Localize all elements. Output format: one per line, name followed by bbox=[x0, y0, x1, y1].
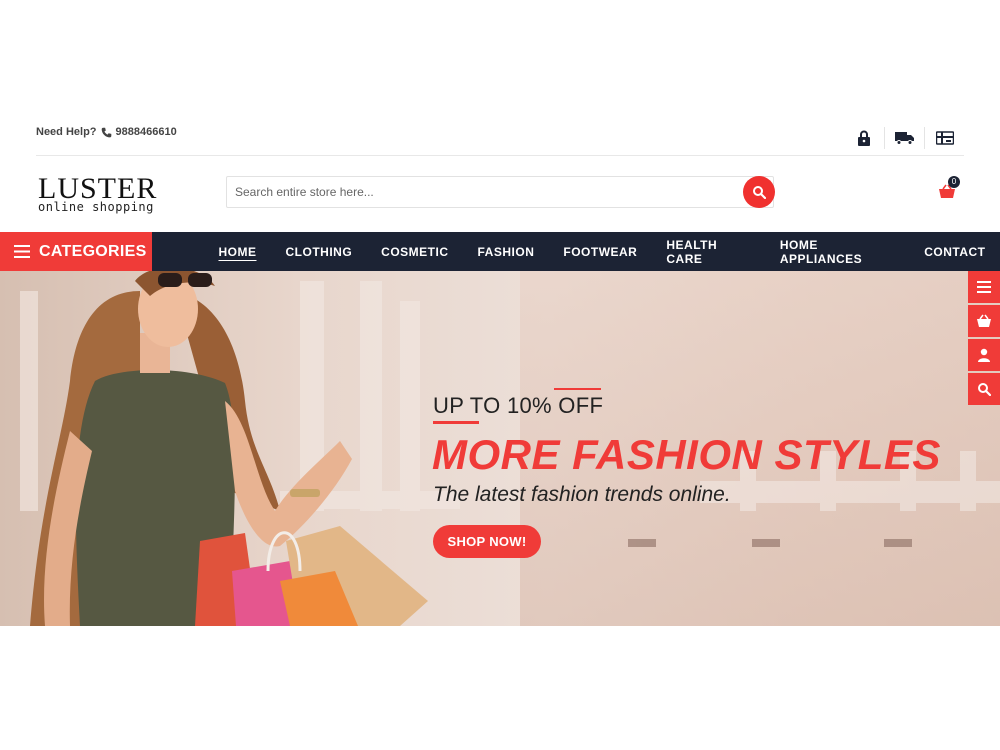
shop-now-button[interactable]: SHOP NOW! bbox=[433, 525, 541, 558]
phone-number[interactable]: 9888466610 bbox=[116, 126, 177, 138]
side-account-button[interactable] bbox=[968, 339, 1000, 371]
search-button[interactable] bbox=[743, 176, 775, 208]
promo-tagline: The latest fashion trends online. bbox=[433, 483, 731, 506]
main-nav: CATEGORIES HOME CLOTHING COSMETIC FASHIO… bbox=[0, 232, 1000, 271]
track-order-link[interactable] bbox=[884, 127, 924, 149]
site-header: LUSTER online shopping 0 bbox=[36, 158, 964, 230]
menu-icon bbox=[977, 281, 991, 293]
logo-sub-text: online shopping bbox=[38, 200, 154, 214]
promo-accent-underline bbox=[433, 421, 479, 424]
promo-subtitle: UP TO 10% OFF bbox=[433, 393, 604, 418]
nav-item-home-appliances[interactable]: HOME APPLIANCES bbox=[765, 238, 909, 266]
nav-item-fashion[interactable]: FASHION bbox=[463, 245, 549, 259]
lock-icon bbox=[858, 130, 870, 146]
gift-card-link[interactable] bbox=[924, 127, 964, 149]
side-search-button[interactable] bbox=[968, 373, 1000, 405]
nav-item-health-care[interactable]: HEALTH CARE bbox=[652, 238, 765, 266]
magnifier-icon bbox=[753, 186, 766, 199]
categories-label: CATEGORIES bbox=[39, 242, 147, 260]
user-icon bbox=[978, 348, 990, 362]
login-link[interactable] bbox=[844, 127, 884, 149]
site-logo[interactable]: LUSTER online shopping bbox=[38, 174, 168, 214]
nav-item-clothing[interactable]: CLOTHING bbox=[271, 245, 367, 259]
nav-item-home[interactable]: HOME bbox=[204, 245, 271, 259]
side-basket-button[interactable] bbox=[968, 305, 1000, 337]
top-bar: Need Help? 9888466610 bbox=[36, 120, 964, 156]
gift-card-icon bbox=[935, 131, 954, 145]
nav-item-footwear[interactable]: FOOTWEAR bbox=[549, 245, 652, 259]
nav-menu: HOME CLOTHING COSMETIC FASHION FOOTWEAR … bbox=[204, 232, 1000, 271]
help-line: Need Help? 9888466610 bbox=[36, 126, 177, 138]
search-input[interactable] bbox=[227, 177, 727, 207]
model-photo bbox=[30, 271, 428, 626]
search-icon bbox=[978, 383, 991, 396]
cart-button[interactable]: 0 bbox=[938, 176, 960, 200]
hamburger-icon bbox=[14, 245, 30, 258]
basket-icon bbox=[977, 314, 991, 327]
cart-count-badge: 0 bbox=[948, 176, 960, 188]
truck-icon bbox=[894, 132, 914, 145]
hero-banner: UP TO 10% OFF MORE FASHION STYLES The la… bbox=[0, 271, 1000, 626]
nav-item-contact[interactable]: CONTACT bbox=[910, 245, 1000, 259]
categories-button[interactable]: CATEGORIES bbox=[0, 232, 152, 271]
side-widget-bar bbox=[968, 271, 1000, 407]
nav-item-cosmetic[interactable]: COSMETIC bbox=[367, 245, 463, 259]
side-menu-button[interactable] bbox=[968, 271, 1000, 303]
search-bar bbox=[226, 176, 775, 208]
promo-title: MORE FASHION STYLES bbox=[432, 431, 941, 478]
phone-icon bbox=[101, 127, 111, 137]
help-label: Need Help? bbox=[36, 126, 97, 138]
promo-accent-line bbox=[554, 388, 601, 390]
